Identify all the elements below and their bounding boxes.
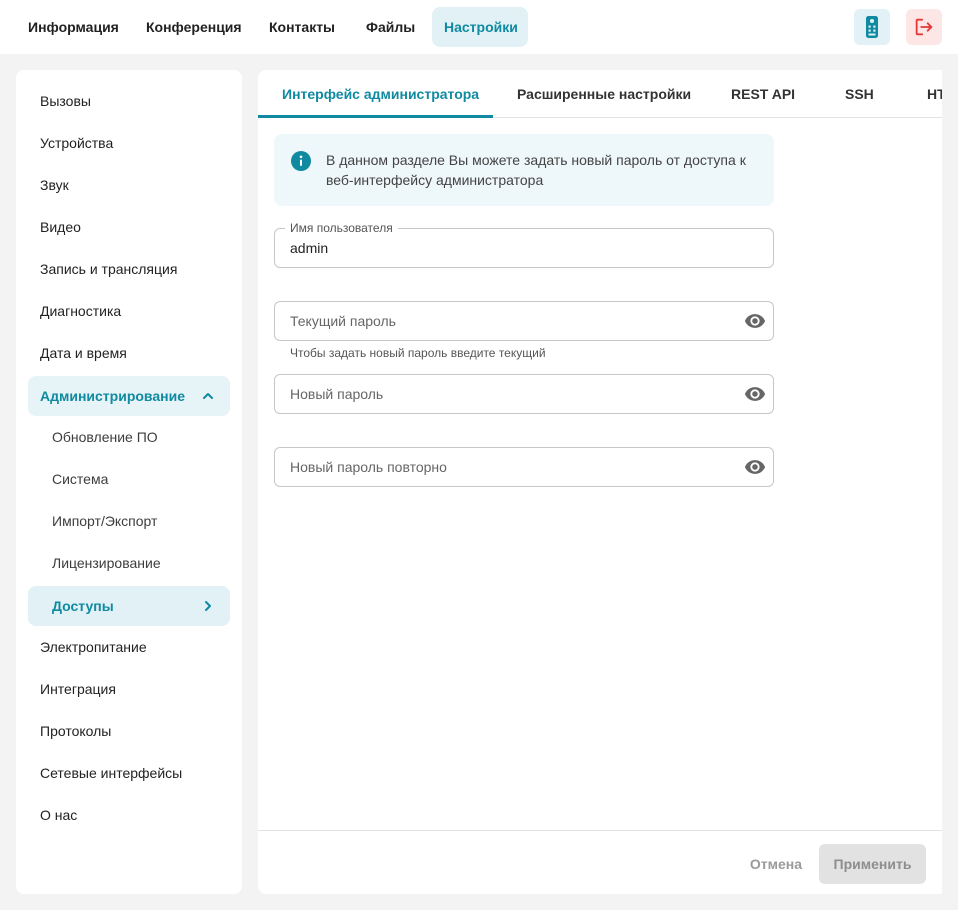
- sidebar-item-network-interfaces[interactable]: Сетевые интерфейсы: [28, 753, 230, 793]
- apply-button[interactable]: Применить: [819, 844, 926, 884]
- info-banner: В данном разделе Вы можете задать новый …: [274, 134, 774, 206]
- form-footer: Отмена Применить: [258, 830, 942, 894]
- logout-button[interactable]: [906, 9, 942, 45]
- sidebar-item-administration[interactable]: Администрирование: [28, 376, 230, 416]
- tab-http[interactable]: HTTP: [927, 70, 942, 118]
- sidebar-item-label: Администрирование: [40, 388, 185, 404]
- repeat-password-field: [274, 447, 774, 487]
- sidebar-item-import-export[interactable]: Импорт/Экспорт: [28, 501, 230, 541]
- sidebar-item-system[interactable]: Система: [28, 459, 230, 499]
- sidebar-item-diagnostics[interactable]: Диагностика: [28, 291, 230, 331]
- show-password-icon[interactable]: [743, 383, 767, 405]
- tab-admin-interface[interactable]: Интерфейс администратора: [282, 70, 479, 118]
- username-input[interactable]: [290, 229, 730, 267]
- cancel-button[interactable]: Отмена: [736, 844, 816, 884]
- logout-icon: [915, 18, 933, 36]
- remote-control-icon: [866, 16, 878, 38]
- current-password-input[interactable]: [290, 302, 730, 340]
- sidebar-item-calls[interactable]: Вызовы: [28, 81, 230, 121]
- new-password-input[interactable]: [290, 375, 730, 413]
- sidebar-item-label: Доступы: [52, 598, 114, 614]
- current-password-field: [274, 301, 774, 341]
- sidebar-item-firmware-update[interactable]: Обновление ПО: [28, 417, 230, 457]
- top-navigation: Информация Конференция Контакты Файлы На…: [0, 0, 958, 54]
- tab-conference[interactable]: Конференция: [134, 7, 254, 47]
- remote-control-button[interactable]: [854, 9, 890, 45]
- current-password-helper: Чтобы задать новый пароль введите текущи…: [290, 346, 546, 360]
- sidebar-item-licensing[interactable]: Лицензирование: [28, 543, 230, 583]
- tab-information[interactable]: Информация: [16, 7, 131, 47]
- settings-tabs: Интерфейс администратора Расширенные нас…: [258, 70, 942, 118]
- show-password-icon[interactable]: [743, 310, 767, 332]
- active-tab-indicator: [258, 115, 493, 118]
- settings-sidebar: Вызовы Устройства Звук Видео Запись и тр…: [16, 70, 242, 894]
- tab-advanced-settings[interactable]: Расширенные настройки: [517, 70, 691, 118]
- sidebar-item-access[interactable]: Доступы: [28, 586, 230, 626]
- settings-panel: Интерфейс администратора Расширенные нас…: [258, 70, 942, 894]
- sidebar-item-about[interactable]: О нас: [28, 795, 230, 835]
- new-password-field: [274, 374, 774, 414]
- info-icon: [291, 151, 311, 171]
- tab-settings[interactable]: Настройки: [432, 7, 528, 47]
- chevron-up-icon: [203, 393, 213, 399]
- sidebar-item-integration[interactable]: Интеграция: [28, 669, 230, 709]
- sidebar-item-protocols[interactable]: Протоколы: [28, 711, 230, 751]
- chevron-right-icon: [205, 601, 211, 611]
- sidebar-item-devices[interactable]: Устройства: [28, 123, 230, 163]
- tab-contacts[interactable]: Контакты: [257, 7, 347, 47]
- sidebar-item-date-time[interactable]: Дата и время: [28, 333, 230, 373]
- repeat-password-input[interactable]: [290, 448, 730, 486]
- sidebar-item-power[interactable]: Электропитание: [28, 627, 230, 667]
- tab-rest-api[interactable]: REST API: [731, 70, 795, 118]
- tab-ssh[interactable]: SSH: [845, 70, 874, 118]
- tab-files[interactable]: Файлы: [354, 7, 427, 47]
- show-password-icon[interactable]: [743, 456, 767, 478]
- info-text: В данном разделе Вы можете задать новый …: [326, 152, 746, 188]
- sidebar-item-recording[interactable]: Запись и трансляция: [28, 249, 230, 289]
- sidebar-item-sound[interactable]: Звук: [28, 165, 230, 205]
- username-field: Имя пользователя: [274, 221, 774, 268]
- sidebar-item-video[interactable]: Видео: [28, 207, 230, 247]
